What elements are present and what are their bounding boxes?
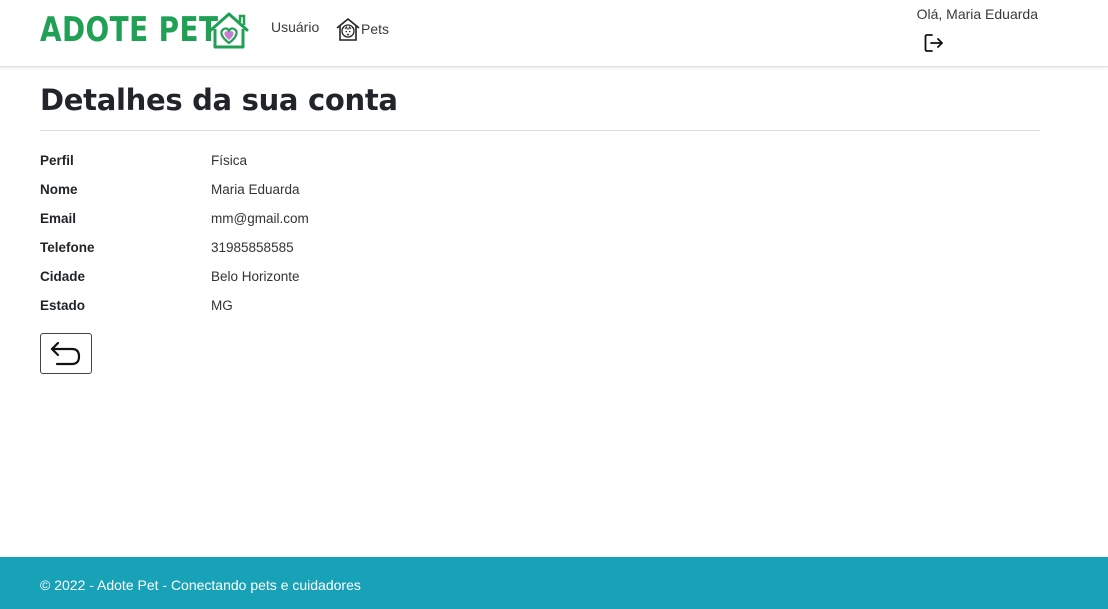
- detail-row-email: Email mm@gmail.com: [40, 204, 640, 233]
- detail-value: Maria Eduarda: [211, 182, 300, 197]
- page-title: Detalhes da sua conta: [40, 83, 398, 117]
- pet-house-icon: [336, 18, 360, 41]
- detail-row-perfil: Perfil Física: [40, 146, 640, 175]
- detail-label: Nome: [40, 182, 78, 197]
- detail-value: 31985858585: [211, 240, 294, 255]
- footer-text: © 2022 - Adote Pet - Conectando pets e c…: [40, 577, 361, 593]
- detail-label: Telefone: [40, 240, 95, 255]
- detail-row-nome: Nome Maria Eduarda: [40, 175, 640, 204]
- detail-label: Email: [40, 211, 77, 226]
- title-divider: [40, 130, 1040, 131]
- nav-link-usuario[interactable]: Usuário: [271, 18, 319, 36]
- detail-label: Cidade: [40, 269, 86, 284]
- brand-logo-link[interactable]: ADOTE PET: [40, 8, 249, 52]
- detail-value: Belo Horizonte: [211, 269, 300, 284]
- account-details-list: Perfil Física Nome Maria Eduarda Email m…: [40, 146, 640, 320]
- detail-row-cidade: Cidade Belo Horizonte: [40, 262, 640, 291]
- top-navbar: ADOTE PET Usuário Pets Olá, Maria Eduard…: [0, 0, 1108, 67]
- return-arrow-icon: [50, 341, 81, 365]
- logout-icon[interactable]: [922, 31, 946, 55]
- detail-label: Perfil: [40, 153, 74, 168]
- detail-value: mm@gmail.com: [211, 211, 309, 226]
- user-greeting: Olá, Maria Eduarda: [916, 6, 1038, 22]
- detail-row-estado: Estado MG: [40, 291, 640, 320]
- detail-label: Estado: [40, 298, 86, 313]
- heart-house-icon: [209, 12, 249, 49]
- back-button[interactable]: [40, 333, 92, 374]
- detail-value: Física: [211, 153, 248, 168]
- nav-pets-label: Pets: [361, 21, 390, 37]
- detail-value: MG: [211, 298, 233, 313]
- brand-text: ADOTE PET: [40, 10, 219, 50]
- page-footer: © 2022 - Adote Pet - Conectando pets e c…: [0, 557, 1108, 609]
- nav-link-pets[interactable]: Pets: [335, 16, 389, 42]
- detail-row-telefone: Telefone 31985858585: [40, 233, 640, 262]
